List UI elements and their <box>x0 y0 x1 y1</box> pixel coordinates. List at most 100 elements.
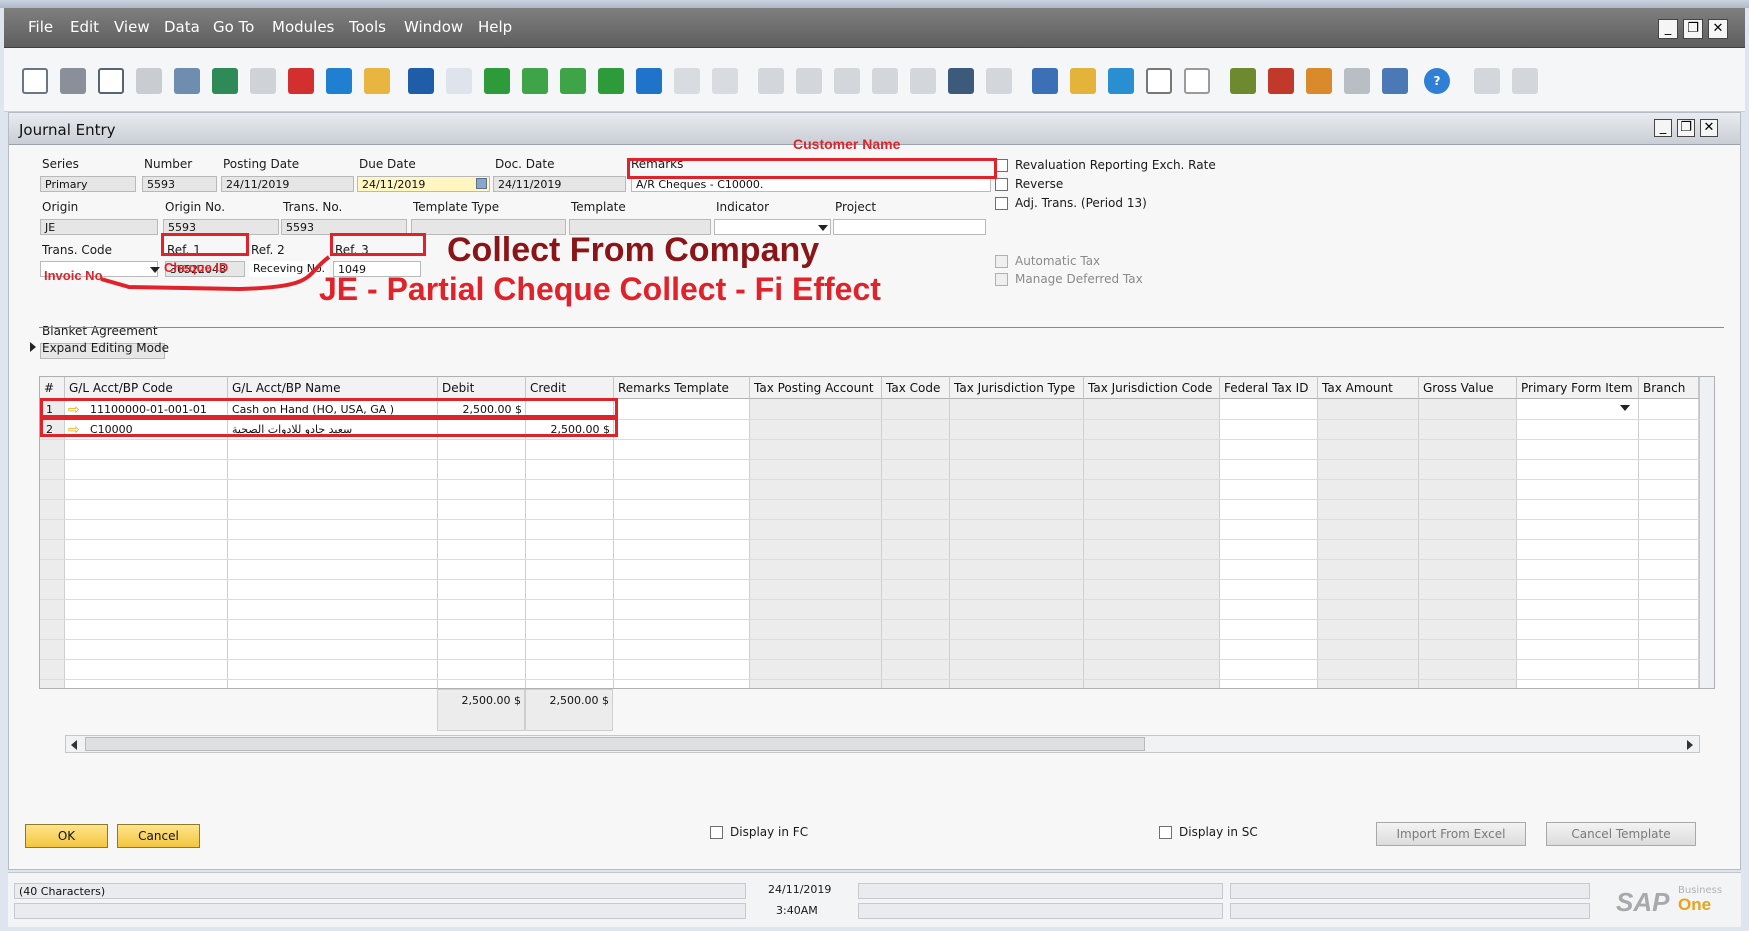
automatic-tax-checkbox[interactable] <box>995 255 1008 268</box>
col-header: Debit <box>438 377 526 399</box>
journal-lines-table: # G/L Acct/BP Code G/L Acct/BP Name Debi… <box>39 376 1715 689</box>
customer-name-annotation: Customer Name <box>793 136 901 152</box>
checklist-icon[interactable] <box>1230 68 1256 94</box>
project-field[interactable] <box>833 219 986 235</box>
close-icon[interactable]: ✕ <box>1708 19 1728 39</box>
last-record-icon[interactable] <box>598 68 624 94</box>
filter-icon[interactable] <box>674 68 700 94</box>
fax-icon[interactable] <box>174 68 200 94</box>
calculator-icon[interactable] <box>1474 68 1500 94</box>
settings-icon[interactable] <box>986 68 1012 94</box>
payment-icon[interactable] <box>834 68 860 94</box>
menu-data[interactable]: Data <box>164 18 200 36</box>
menu-modules[interactable]: Modules <box>272 18 334 36</box>
vertical-scrollbar[interactable] <box>1699 377 1714 688</box>
debit-total: 2,500.00 $ <box>461 694 521 707</box>
col-header: Credit <box>526 377 614 399</box>
add-icon[interactable] <box>446 68 472 94</box>
refresh-icon[interactable] <box>636 68 662 94</box>
journal-icon[interactable] <box>948 68 974 94</box>
previous-record-icon[interactable] <box>522 68 548 94</box>
col-header: Tax Code <box>882 377 950 399</box>
scroll-left-icon[interactable] <box>71 740 77 750</box>
grid-row-line <box>40 439 1699 440</box>
scroll-right-icon[interactable] <box>1687 740 1693 750</box>
menu-file[interactable]: File <box>28 18 53 36</box>
sms-icon[interactable] <box>136 68 162 94</box>
email-icon[interactable] <box>98 68 124 94</box>
primary-form-dropdown-icon[interactable] <box>1620 405 1630 411</box>
layout-icon[interactable] <box>1512 68 1538 94</box>
remarks-template-column <box>614 399 750 688</box>
menu-edit[interactable]: Edit <box>70 18 99 36</box>
deferred-tax-checkbox[interactable] <box>995 273 1008 286</box>
reverse-checkbox[interactable] <box>995 178 1008 191</box>
next-record-icon[interactable] <box>560 68 586 94</box>
first-record-icon[interactable] <box>484 68 510 94</box>
cancel-button[interactable]: Cancel <box>117 824 200 848</box>
messages-icon[interactable] <box>1184 68 1210 94</box>
expand-editing-mode[interactable]: Expand Editing Mode <box>42 341 169 355</box>
move-icon[interactable] <box>326 68 352 94</box>
excel-icon[interactable] <box>212 68 238 94</box>
status-time: 3:40AM <box>776 904 818 917</box>
base-document-icon[interactable] <box>758 68 784 94</box>
form-settings-icon[interactable] <box>1108 68 1134 94</box>
ok-button[interactable]: OK <box>25 824 108 848</box>
col-header: Tax Posting Account <box>750 377 882 399</box>
find-icon[interactable] <box>408 68 434 94</box>
scrollbar-thumb[interactable] <box>85 737 1145 751</box>
adj-trans-checkbox[interactable] <box>995 197 1008 210</box>
message-icon[interactable] <box>1146 68 1172 94</box>
document-settings-icon[interactable] <box>1070 68 1096 94</box>
org-chart-icon[interactable] <box>1344 68 1370 94</box>
preview-icon[interactable] <box>22 68 48 94</box>
volume-icon[interactable] <box>910 68 936 94</box>
edit-pen-icon[interactable] <box>1032 68 1058 94</box>
cancel-template-button[interactable]: Cancel Template <box>1546 822 1696 846</box>
status-bar: (40 Characters) 24/11/2019 3:40AM SAP Bu… <box>8 872 1741 927</box>
lock-icon[interactable] <box>364 68 390 94</box>
divider <box>39 327 1724 328</box>
menu-view[interactable]: View <box>114 18 150 36</box>
import-from-excel-button[interactable]: Import From Excel <box>1376 822 1526 846</box>
calendar-picker-icon[interactable] <box>476 178 487 189</box>
calendar-icon[interactable] <box>1306 68 1332 94</box>
series-field[interactable]: Primary <box>40 176 136 192</box>
window-minimize-icon[interactable]: _ <box>1654 119 1672 137</box>
indicator-dropdown-icon[interactable] <box>818 225 828 231</box>
pdf-icon[interactable] <box>288 68 314 94</box>
col-header: Tax Jurisdiction Code <box>1084 377 1220 399</box>
print-icon[interactable] <box>60 68 86 94</box>
help-icon[interactable]: ? <box>1424 68 1450 94</box>
branch-column <box>1639 399 1699 688</box>
display-fc-checkbox[interactable] <box>710 826 723 839</box>
menu-help[interactable]: Help <box>478 18 512 36</box>
window-close-icon[interactable]: ✕ <box>1700 119 1718 137</box>
user-icon[interactable] <box>1382 68 1408 94</box>
menu-window[interactable]: Window <box>404 18 463 36</box>
doc-date-field[interactable]: 24/11/2019 <box>493 176 626 192</box>
menu-tools[interactable]: Tools <box>349 18 386 36</box>
expand-arrow-icon[interactable] <box>30 342 36 352</box>
trans-no-label: Trans. No. <box>283 200 343 214</box>
gross-profit-icon[interactable] <box>872 68 898 94</box>
row1-highlight <box>40 398 618 418</box>
col-header: # <box>40 377 65 399</box>
restore-icon[interactable]: ❐ <box>1683 19 1703 39</box>
display-sc-checkbox[interactable] <box>1159 826 1172 839</box>
sort-icon[interactable] <box>712 68 738 94</box>
journal-entry-window: Journal Entry _ ❐ ✕ Series Number Postin… <box>8 112 1741 870</box>
minimize-icon[interactable]: _ <box>1658 19 1678 39</box>
origin-field[interactable]: JE <box>40 219 158 235</box>
target-document-icon[interactable] <box>796 68 822 94</box>
window-restore-icon[interactable]: ❐ <box>1677 119 1695 137</box>
posting-date-field[interactable]: 24/11/2019 <box>221 176 354 192</box>
due-date-field[interactable]: 24/11/2019 <box>357 176 490 192</box>
grid-row-line <box>40 579 1699 580</box>
number-field[interactable]: 5593 <box>142 176 217 192</box>
mail-alert-icon[interactable] <box>1268 68 1294 94</box>
tax-code-column <box>882 399 950 688</box>
menu-goto[interactable]: Go To <box>213 18 254 36</box>
word-icon[interactable] <box>250 68 276 94</box>
